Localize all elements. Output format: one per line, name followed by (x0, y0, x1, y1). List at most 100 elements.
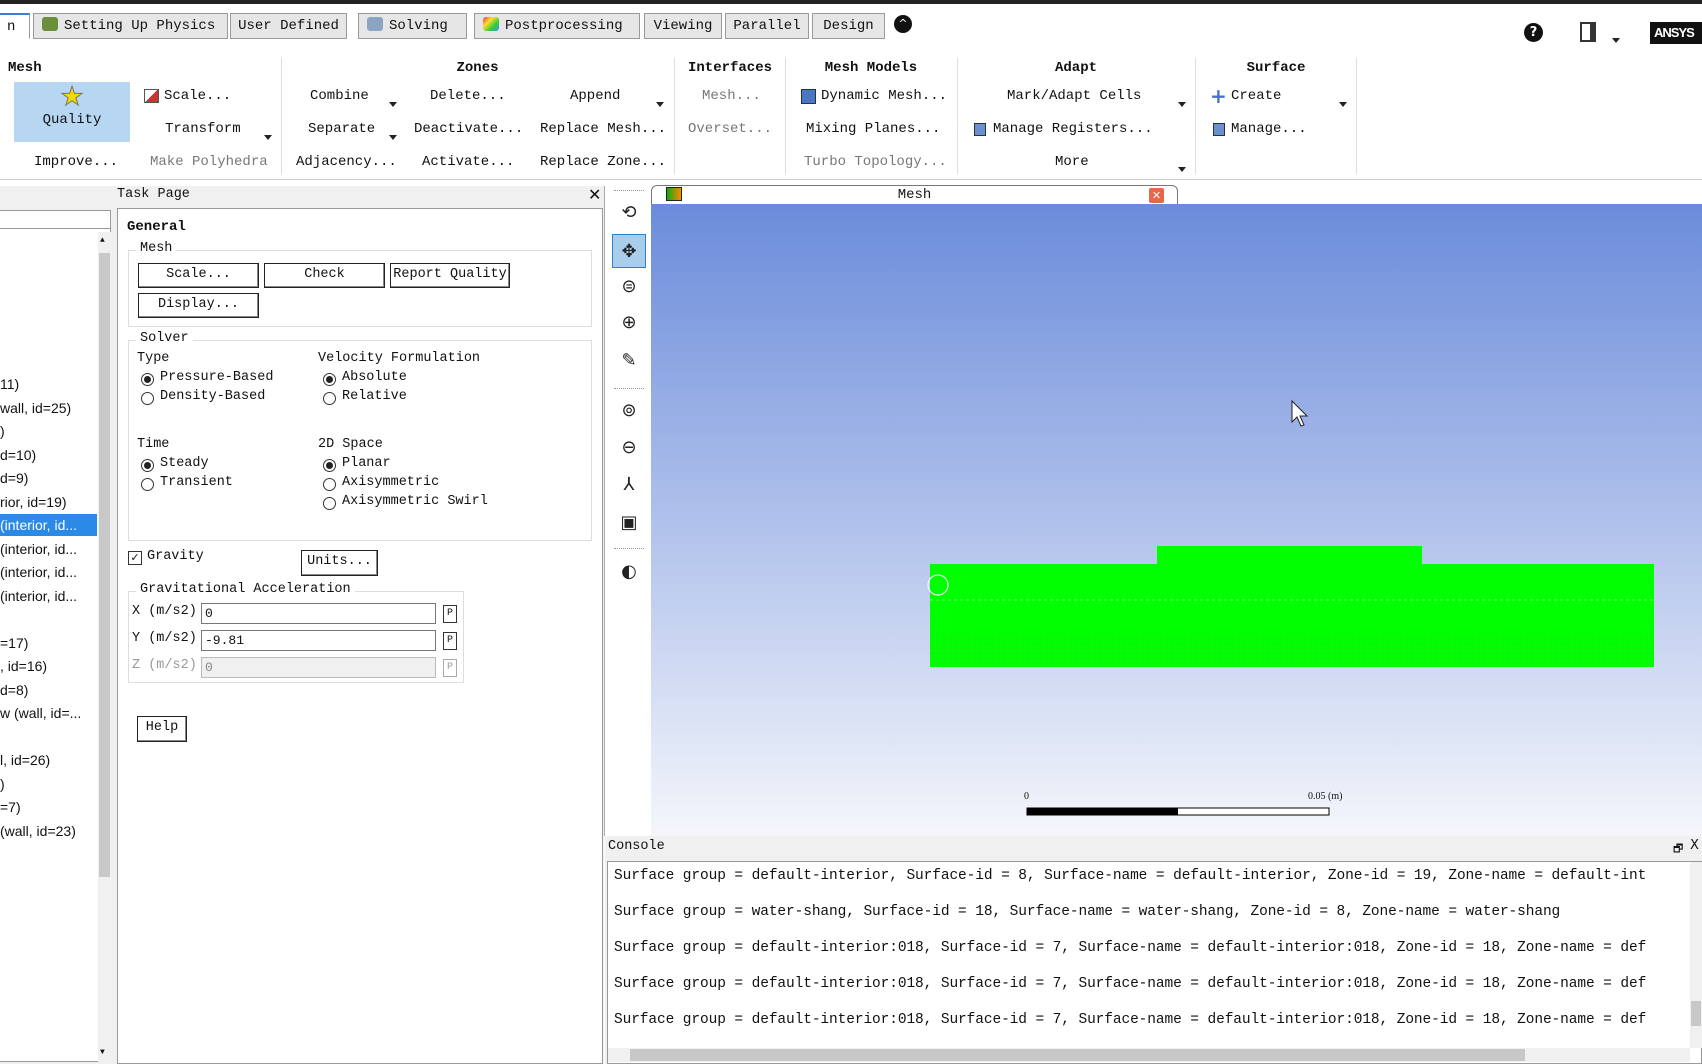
interfaces-mesh-button[interactable]: Mesh... (702, 88, 761, 104)
tree-item[interactable]: (interior, id... (0, 585, 77, 607)
x-gravity-input[interactable]: 0 (201, 603, 436, 624)
tree-item[interactable]: =17) (0, 632, 28, 654)
gravity-checkbox[interactable]: ✓ (128, 551, 142, 565)
transform-button[interactable]: Transform (165, 121, 241, 137)
zoom-in-out-icon[interactable]: ⊜ (612, 270, 646, 304)
tab-postprocessing[interactable]: Postprocessing (474, 13, 640, 39)
tab-viewing[interactable]: Viewing (644, 13, 722, 39)
float-console-icon[interactable]: 🗗 (1673, 840, 1683, 859)
dynamic-mesh-button[interactable]: Dynamic Mesh... (821, 88, 947, 104)
tree-item[interactable]: 11) (0, 373, 19, 395)
tree-item[interactable]: (interior, id... (0, 514, 97, 536)
mark-adapt-dropdown-icon[interactable] (1178, 102, 1186, 107)
more-dropdown-icon[interactable] (1178, 167, 1186, 172)
tab-user-defined[interactable]: User Defined (230, 13, 347, 39)
scroll-down-icon[interactable]: ▼ (100, 1048, 105, 1057)
separate-dropdown-icon[interactable] (389, 135, 397, 140)
replace-zone-button[interactable]: Replace Zone... (540, 154, 666, 170)
combine-dropdown-icon[interactable] (389, 102, 397, 107)
tree-item[interactable]: w (wall, id=... (0, 702, 81, 724)
tab-setting-up-physics[interactable]: Setting Up Physics (33, 13, 228, 39)
tab-solving[interactable]: Solving (358, 13, 467, 39)
tree-item[interactable]: (interior, id... (0, 538, 77, 560)
radio-transient[interactable] (141, 478, 154, 491)
deactivate-button[interactable]: Deactivate... (414, 121, 523, 137)
camera-icon[interactable]: ▣ (612, 506, 646, 540)
radio-relative[interactable] (323, 392, 336, 405)
adjacency-button[interactable]: Adjacency... (296, 154, 397, 170)
tree-item[interactable]: ) (0, 420, 5, 442)
transform-dropdown-icon[interactable] (264, 135, 272, 140)
radio-absolute[interactable] (323, 373, 336, 386)
tree-item[interactable]: d=9) (0, 467, 28, 489)
radio-density-based[interactable] (141, 392, 154, 405)
scale-mesh-button[interactable]: Scale... (138, 263, 259, 288)
append-dropdown-icon[interactable] (656, 102, 664, 107)
close-graphics-icon[interactable]: ✕ (1149, 188, 1164, 203)
create-dropdown-icon[interactable] (1339, 102, 1347, 107)
check-mesh-button[interactable]: Check (264, 263, 385, 288)
manage-surface-button[interactable]: Manage... (1231, 121, 1307, 137)
tree-item[interactable]: rior, id=19) (0, 491, 67, 513)
radio-axisymmetric-swirl[interactable] (323, 497, 336, 510)
turbo-topology-button[interactable]: Turbo Topology... (804, 154, 947, 170)
delete-button[interactable]: Delete... (430, 88, 506, 104)
fit-to-window-icon[interactable]: ⊚ (612, 394, 646, 428)
help-button[interactable]: Help (137, 716, 187, 742)
improve-button[interactable]: Improve... (34, 154, 118, 170)
create-surface-button[interactable]: Create (1231, 88, 1281, 104)
radio-steady[interactable] (141, 459, 154, 472)
radio-axisymmetric[interactable] (323, 478, 336, 491)
manage-registers-button[interactable]: Manage Registers... (993, 121, 1153, 137)
tree-item[interactable]: d=10) (0, 444, 36, 466)
x-parameter-button[interactable]: P (443, 605, 457, 623)
graphics-tab[interactable]: Mesh ✕ (651, 185, 1178, 205)
rotate-icon[interactable]: ⟲ (612, 196, 646, 230)
report-quality-button[interactable]: Report Quality (390, 263, 510, 288)
more-button[interactable]: More (1055, 154, 1089, 170)
pan-icon[interactable]: ✥ (612, 234, 646, 268)
make-polyhedra-button[interactable]: Make Polyhedra (150, 154, 268, 170)
axes-icon[interactable]: ⅄ (612, 468, 646, 502)
tree-item[interactable]: d=8) (0, 679, 28, 701)
scale-button[interactable]: Scale... (164, 88, 231, 104)
probe-icon[interactable]: ✎ (612, 344, 646, 378)
activate-button[interactable]: Activate... (422, 154, 514, 170)
tree-item[interactable]: wall, id=25) (0, 397, 71, 419)
tree-item[interactable]: l, id=26) (0, 749, 50, 771)
tree-item[interactable]: (wall, id=23) (0, 820, 76, 842)
view-options-icon[interactable]: ◐ (612, 555, 646, 589)
tree-item[interactable]: , id=16) (0, 655, 47, 677)
display-mesh-button[interactable]: Display... (138, 293, 259, 318)
units-button[interactable]: Units... (301, 550, 378, 576)
tree-item[interactable]: =7) (0, 796, 21, 818)
overset-button[interactable]: Overset... (688, 121, 772, 137)
close-task-page-icon[interactable]: ✕ (588, 185, 601, 204)
zoom-box-icon[interactable]: ⊕ (612, 306, 646, 340)
tree-item[interactable]: ) (0, 773, 5, 795)
console-output[interactable] (607, 861, 1702, 1064)
close-console-icon[interactable]: X (1690, 838, 1699, 853)
tree-scrollbar-thumb[interactable] (99, 253, 110, 877)
tree-item[interactable]: (interior, id... (0, 561, 77, 583)
combine-button[interactable]: Combine (310, 88, 369, 104)
scroll-up-icon[interactable]: ▲ (100, 236, 105, 245)
y-parameter-button[interactable]: P (443, 632, 457, 650)
console-hscrollbar-thumb[interactable] (630, 1049, 1525, 1061)
separate-button[interactable]: Separate (308, 121, 375, 137)
layout-icon[interactable] (1580, 22, 1596, 42)
radio-planar[interactable] (323, 459, 336, 472)
collapse-ribbon-icon[interactable]: ^ (894, 15, 912, 33)
layout-dropdown-icon[interactable] (1612, 38, 1620, 43)
append-button[interactable]: Append (570, 88, 620, 104)
zoom-out-icon[interactable]: ⊖ (612, 431, 646, 465)
tab-parallel[interactable]: Parallel (725, 13, 809, 39)
tab-domain[interactable]: n (0, 13, 30, 39)
mark-adapt-cells-button[interactable]: Mark/Adapt Cells (1007, 88, 1141, 104)
mixing-planes-button[interactable]: Mixing Planes... (806, 121, 940, 137)
graphics-viewport[interactable]: 0 0.05 (m) (651, 204, 1702, 836)
quality-button[interactable]: ★ Quality (14, 82, 130, 142)
console-vscrollbar-thumb[interactable] (1691, 1001, 1701, 1026)
tab-design[interactable]: Design (812, 13, 885, 39)
radio-pressure-based[interactable] (141, 373, 154, 386)
